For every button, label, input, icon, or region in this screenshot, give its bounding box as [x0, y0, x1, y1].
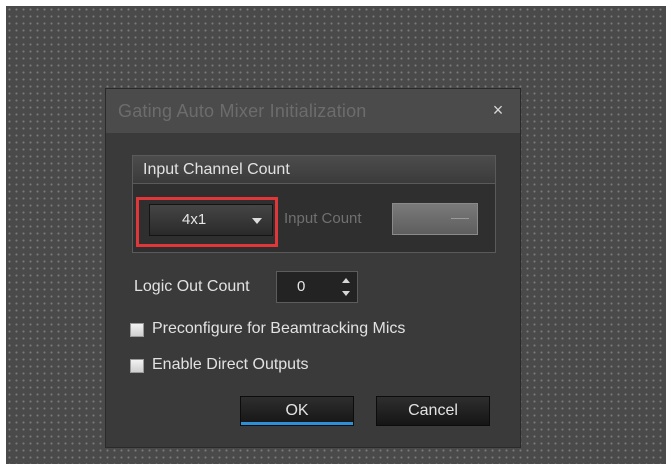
logic-out-count-label: Logic Out Count [134, 278, 250, 295]
preconfigure-label: Preconfigure for Beamtracking Mics [152, 320, 406, 337]
direct-outputs-checkbox[interactable] [130, 359, 144, 373]
group-header-label: Input Channel Count [143, 161, 290, 178]
input-count-field [392, 203, 478, 235]
field-tick-mark [451, 218, 469, 219]
logic-out-count-stepper[interactable]: 0 [276, 271, 358, 303]
dialog-titlebar: Gating Auto Mixer Initialization × [106, 89, 520, 133]
arrow-down-icon[interactable] [339, 288, 353, 300]
cancel-button[interactable]: Cancel [376, 396, 490, 426]
dotted-canvas-background: Gating Auto Mixer Initialization × Input… [6, 6, 666, 464]
input-count-label: Input Count [284, 210, 362, 227]
dialog-title: Gating Auto Mixer Initialization [118, 101, 367, 121]
logic-out-count-value: 0 [297, 278, 306, 295]
close-icon[interactable]: × [486, 98, 510, 122]
gating-auto-mixer-dialog: Gating Auto Mixer Initialization × Input… [105, 88, 521, 448]
direct-outputs-label: Enable Direct Outputs [152, 356, 309, 373]
ok-button[interactable]: OK [240, 396, 354, 426]
highlight-box [136, 197, 278, 247]
group-header: Input Channel Count [133, 156, 495, 184]
preconfigure-checkbox[interactable] [130, 323, 144, 337]
arrow-up-icon[interactable] [339, 275, 353, 287]
